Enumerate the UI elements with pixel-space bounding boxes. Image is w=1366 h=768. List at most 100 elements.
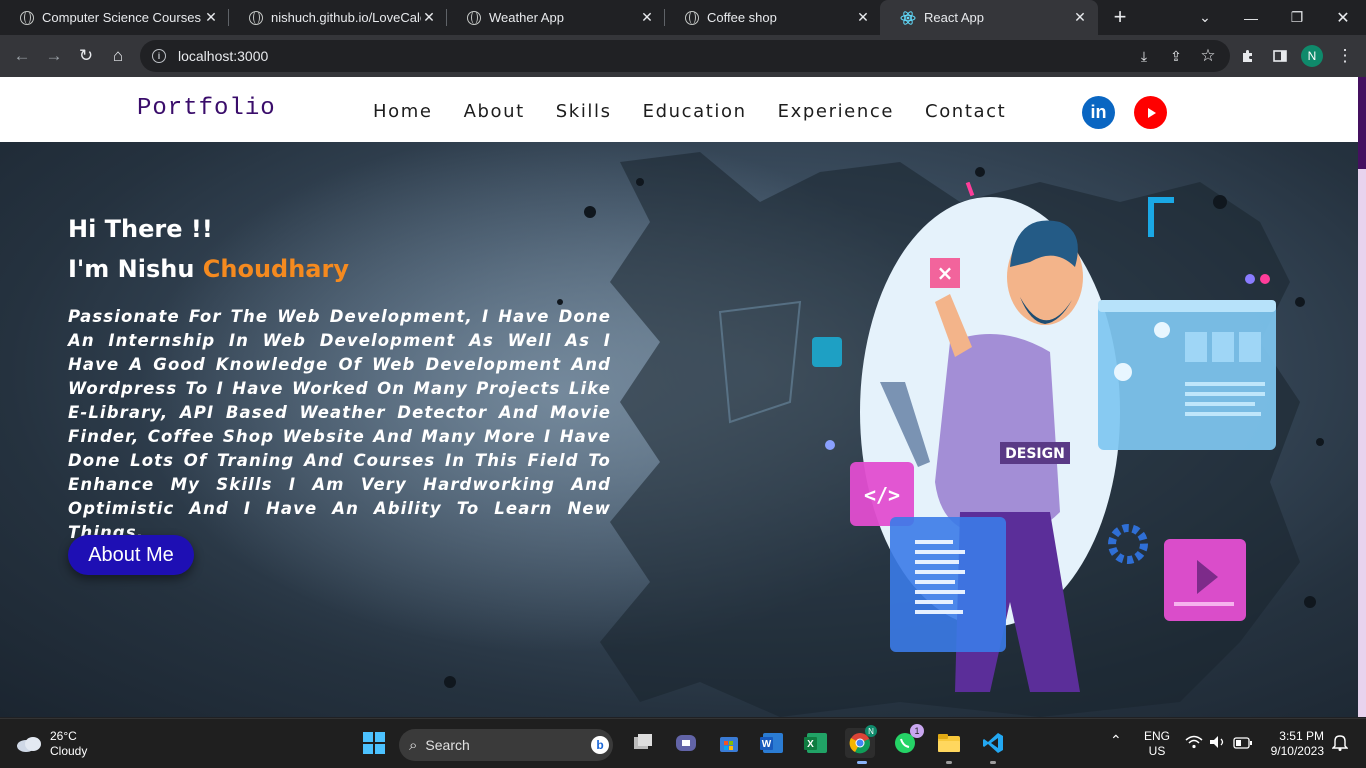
svg-text:X: X: [807, 739, 814, 750]
svg-text:</>: </>: [864, 483, 900, 507]
minimize-button[interactable]: —: [1228, 0, 1274, 35]
hero-section: Hi There !! I'm Nishu Choudhary Passiona…: [0, 142, 1358, 717]
system-clock[interactable]: 3:51 PM 9/10/2023: [1262, 729, 1324, 759]
forward-button[interactable]: →: [42, 44, 66, 68]
hero-name-prefix: I'm Nishu: [68, 255, 203, 283]
microsoft-store-icon[interactable]: [714, 728, 744, 758]
url-text: localhost:3000: [178, 48, 269, 64]
wifi-icon[interactable]: [1185, 735, 1203, 753]
tab-title: nishuch.github.io/LoveCalcul: [271, 10, 421, 25]
share-icon[interactable]: ⇪: [1164, 44, 1188, 68]
weather-desc: Cloudy: [50, 744, 88, 758]
close-icon[interactable]: ✕: [1072, 9, 1088, 26]
about-me-button[interactable]: About Me: [68, 535, 194, 575]
globe-icon: [20, 10, 34, 25]
page-scrollbar[interactable]: [1358, 77, 1366, 717]
tab-search-chevron-icon[interactable]: ⌄: [1182, 0, 1228, 35]
tab-love-calculator[interactable]: nishuch.github.io/LoveCalcul ✕: [229, 0, 447, 35]
site-navbar: Portfolio Home About Skills Education Ex…: [0, 77, 1358, 142]
weather-widget[interactable]: 26°C Cloudy: [16, 729, 87, 759]
close-icon[interactable]: ✕: [421, 9, 437, 26]
notifications-icon[interactable]: [1331, 733, 1349, 754]
whatsapp-icon[interactable]: 1: [890, 724, 924, 758]
file-explorer-icon[interactable]: [934, 728, 964, 764]
language-code: ENG: [1143, 729, 1170, 743]
windows-taskbar: 26°C Cloudy ⌕ Search b W X N 1 ⌃ ENG US: [0, 718, 1366, 768]
browser-tab-strip: Computer Science Courses o ✕ nishuch.git…: [0, 0, 1366, 35]
tab-weather-app[interactable]: Weather App ✕: [447, 0, 665, 35]
linkedin-icon[interactable]: in: [1082, 96, 1115, 129]
language-indicator[interactable]: ENG US: [1140, 729, 1174, 759]
cloud-icon: [17, 737, 41, 752]
hero-greeting: Hi There !!: [68, 215, 213, 243]
scrollbar-thumb[interactable]: [1358, 77, 1366, 169]
volume-icon[interactable]: [1209, 735, 1227, 753]
hero-name-accent: Choudhary: [202, 255, 349, 283]
browser-toolbar: ← → ↻ ⌂ i localhost:3000 ⤓ ⇪ ☆ N ⋮: [0, 35, 1366, 77]
search-icon: ⌕: [409, 736, 418, 754]
hero-bio: Passionate For The Web Development, I Ha…: [68, 307, 611, 542]
address-bar[interactable]: i localhost:3000: [140, 40, 1230, 72]
home-button[interactable]: ⌂: [106, 44, 130, 68]
chrome-profile-badge: N: [865, 725, 877, 737]
tab-title: React App: [924, 10, 984, 25]
tab-computer-science-courses[interactable]: Computer Science Courses o ✕: [0, 0, 229, 35]
tab-title: Computer Science Courses o: [42, 10, 203, 25]
tab-title: Coffee shop: [707, 10, 777, 25]
restore-button[interactable]: ❐: [1274, 0, 1320, 35]
nav-home[interactable]: Home: [373, 101, 433, 122]
back-button[interactable]: ←: [10, 44, 34, 68]
bing-icon: b: [591, 736, 609, 754]
teams-chat-icon[interactable]: [671, 728, 701, 758]
design-shirt-label: DESIGN: [1005, 446, 1065, 462]
chrome-icon[interactable]: N: [845, 725, 877, 764]
brand-logo[interactable]: Portfolio: [137, 95, 276, 122]
menu-kebab-icon[interactable]: ⋮: [1333, 44, 1357, 68]
page-viewport: Portfolio Home About Skills Education Ex…: [0, 77, 1358, 717]
weather-temp: 26°C: [50, 729, 77, 743]
tab-react-app[interactable]: React App ✕: [880, 0, 1098, 35]
close-window-button[interactable]: ✕: [1320, 0, 1366, 35]
nav-links: Home About Skills Education Experience C…: [373, 101, 1037, 122]
hero-name: I'm Nishu Choudhary: [68, 255, 349, 283]
developer-illustration: DESIGN × </>: [850, 182, 1276, 692]
close-icon[interactable]: ✕: [855, 9, 871, 26]
nav-contact[interactable]: Contact: [925, 101, 1006, 122]
close-icon[interactable]: ✕: [639, 9, 655, 26]
bookmark-star-icon[interactable]: ☆: [1196, 44, 1220, 68]
region-code: US: [1148, 744, 1166, 758]
tab-coffee-shop[interactable]: Coffee shop ✕: [665, 0, 881, 35]
svg-text:×: ×: [937, 261, 954, 285]
site-info-icon[interactable]: i: [152, 49, 166, 63]
whatsapp-badge: 1: [910, 724, 924, 738]
tab-title: Weather App: [489, 10, 564, 25]
task-view-icon[interactable]: [628, 728, 658, 758]
globe-icon: [249, 10, 263, 25]
word-icon[interactable]: W: [757, 728, 787, 758]
start-button[interactable]: [359, 728, 389, 758]
nav-skills[interactable]: Skills: [556, 101, 612, 122]
extensions-icon[interactable]: [1236, 44, 1260, 68]
nav-about[interactable]: About: [464, 101, 525, 122]
taskbar-search[interactable]: ⌕ Search b: [399, 729, 613, 761]
search-label: Search: [425, 737, 470, 753]
reload-button[interactable]: ↻: [74, 44, 98, 68]
youtube-icon[interactable]: [1134, 96, 1167, 129]
nav-experience[interactable]: Experience: [778, 101, 894, 122]
nav-education[interactable]: Education: [643, 101, 747, 122]
clock-date: 9/10/2023: [1270, 744, 1324, 758]
profile-avatar[interactable]: N: [1301, 45, 1323, 67]
excel-icon[interactable]: X: [801, 728, 831, 758]
install-app-icon[interactable]: ⤓: [1132, 44, 1156, 68]
new-tab-button[interactable]: +: [1108, 6, 1132, 30]
battery-icon[interactable]: [1233, 737, 1253, 753]
svg-text:W: W: [762, 739, 772, 750]
show-hidden-icons-chevron-icon[interactable]: ⌃: [1110, 733, 1122, 748]
close-icon[interactable]: ✕: [203, 9, 219, 26]
vscode-icon[interactable]: [978, 728, 1008, 764]
side-panel-icon[interactable]: [1268, 44, 1292, 68]
globe-icon: [685, 10, 699, 25]
globe-icon: [467, 10, 481, 25]
clock-time: 3:51 PM: [1279, 729, 1324, 743]
react-icon: [900, 10, 916, 25]
